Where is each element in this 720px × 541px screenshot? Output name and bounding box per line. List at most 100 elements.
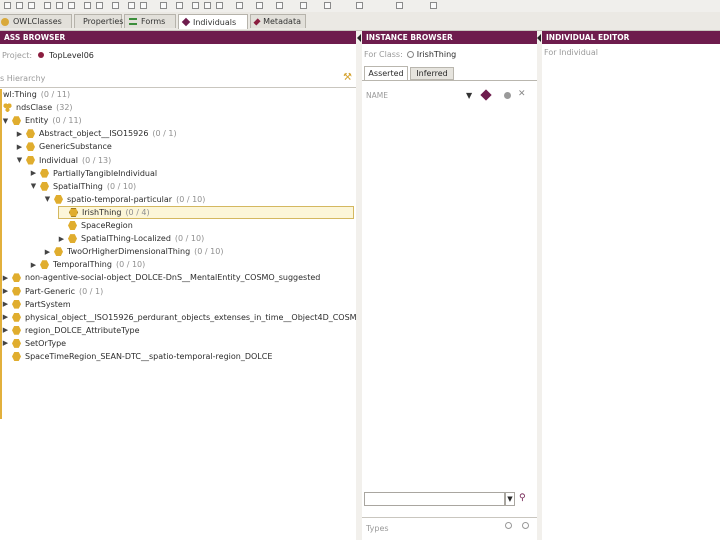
tree-left-accent [0,89,2,419]
class-icon [68,234,77,244]
class-icon [12,299,21,309]
tab-inferred[interactable]: Inferred [410,67,454,80]
tree-row[interactable]: ▶ SpatialThing-Localized (0 / 10) [0,232,204,245]
collapsed-toggle-icon[interactable]: ▶ [16,143,23,151]
expanded-toggle-icon[interactable]: ▼ [2,117,9,125]
tree-row[interactable]: ▼ spatio-temporal-particular (0 / 10) [0,193,205,206]
toolbar-button-f-icon[interactable] [236,2,243,9]
toolbar-button-d-icon[interactable] [204,2,211,9]
toolbar-button-copy-icon[interactable] [56,2,63,9]
tree-row-label: PartSystem [25,299,71,309]
filter-icon[interactable]: ✕ [518,89,526,99]
toolbar-button-undo-icon[interactable] [84,2,91,9]
toolbar-button-a-icon[interactable] [160,2,167,9]
collapse-right-icon[interactable] [537,34,541,42]
collapsed-toggle-icon[interactable]: ▶ [2,339,9,347]
toolbar-button-m-icon[interactable] [430,2,437,9]
toolbar-button-new-icon[interactable] [4,2,11,9]
toolbar-button-g-icon[interactable] [256,2,263,9]
tab-forms[interactable]: Forms [124,14,176,28]
toolbar-button-c-icon[interactable] [192,2,199,9]
collapsed-toggle-icon[interactable]: ▶ [2,326,9,334]
tree-row-label: non-agentive-social-object_DOLCE-DnS__Me… [25,273,321,283]
tree-row[interactable]: ▶ TemporalThing (0 / 10) [0,258,145,271]
toolbar-button-j-icon[interactable] [324,2,331,9]
collapsed-toggle-icon[interactable]: ▶ [16,130,23,138]
tree-row[interactable]: ▼ Entity (0 / 11) [0,114,82,127]
collapsed-toggle-icon[interactable]: ▶ [30,169,37,177]
collapsed-toggle-icon[interactable]: ▶ [2,313,9,321]
search-icon[interactable]: ⚲ [519,493,526,503]
toolbar-button-find-icon[interactable] [112,2,119,9]
collapsed-toggle-icon[interactable]: ▶ [58,235,65,243]
tree-row[interactable]: ▶ Abstract_object__ISO15926 (0 / 1) [0,127,177,140]
tree-row[interactable]: wl:Thing (0 / 11) [0,88,70,101]
collapsed-toggle-icon[interactable]: ▶ [44,248,51,256]
tree-row-label: Individual [39,155,78,165]
tree-row[interactable]: SpaceTimeRegion_SEAN-DTC__spatio-tempora… [0,350,272,363]
toolbar-button-k-icon[interactable] [356,2,363,9]
search-dropdown-icon[interactable]: ▼ [505,492,515,506]
class-icon [12,273,21,283]
tree-row[interactable]: ▼ Individual (0 / 13) [0,154,111,167]
toolbar-button-open-icon[interactable] [16,2,23,9]
collapsed-toggle-icon[interactable]: ▶ [2,300,9,308]
add-individual-icon[interactable] [480,89,492,101]
toolbar-button-prefs-icon[interactable] [128,2,135,9]
class-browser-panel: ASS BROWSER Project: TopLevel06 s Hierar… [0,31,363,540]
tree-row[interactable]: ▶ GenericSubstance [0,140,112,153]
tree-row[interactable]: SpaceRegion [0,219,133,232]
toolbar-button-cut-icon[interactable] [44,2,51,9]
expanded-toggle-icon[interactable]: ▼ [44,195,51,203]
collapsed-toggle-icon[interactable]: ▶ [2,274,9,282]
toolbar-button-i-icon[interactable] [300,2,307,9]
tree-row[interactable]: ▶ TwoOrHigherDimensionalThing (0 / 10) [0,245,223,258]
individual-editor-header: INDIVIDUAL EDITOR [542,31,720,44]
collapsed-toggle-icon[interactable]: ▶ [30,261,37,269]
tab-metadata[interactable]: Metadata [250,14,306,28]
toolbar-button-paste-icon[interactable] [68,2,75,9]
tree-row[interactable]: ▶ region_DOLCE_AttributeType [0,324,140,337]
collapse-left-icon[interactable] [357,34,361,42]
tree-row[interactable]: ndsClase (32) [0,101,73,114]
search-input[interactable] [364,492,505,506]
tab-asserted[interactable]: Asserted [364,66,408,80]
class-hierarchy-tree: wl:Thing (0 / 11) ndsClase (32) ▼ Entity (0 / … [0,87,363,433]
tab-individuals[interactable]: Individuals [178,14,248,29]
tree-row[interactable]: ▶ non-agentive-social-object_DOLCE-DnS__M… [0,271,320,284]
tree-row-count: (32) [56,103,73,113]
tree-row-label: Entity [25,116,49,126]
tree-row[interactable]: ▶ PartSystem [0,298,71,311]
delete-individual-icon[interactable] [504,92,511,99]
tree-row[interactable]: ▼ SpatialThing (0 / 10) [0,180,136,193]
remove-type-icon[interactable] [522,522,529,529]
individual-editor-panel: INDIVIDUAL EDITOR For Individual [542,31,720,540]
tab-properties[interactable]: Properties [74,14,123,28]
toolbar-button-e-icon[interactable] [216,2,223,9]
toolbar-button-l-icon[interactable] [396,2,403,9]
tree-options-icon[interactable]: ⚒ [343,72,352,83]
expanded-toggle-icon[interactable]: ▼ [16,156,23,164]
class-icon [40,168,49,178]
tree-row[interactable]: ▶ physical_object__ISO15926_perdurant_obj… [0,311,363,324]
instance-browser-header: INSTANCE BROWSER [362,31,537,44]
toolbar-button-b-icon[interactable] [176,2,183,9]
toolbar-button-h-icon[interactable] [276,2,283,9]
tree-row[interactable]: ▶ SetOrType [0,337,66,350]
instance-list[interactable]: NAME ▼ ✕ [362,80,537,505]
project-row: Project: TopLevel06 [0,44,356,66]
tab-owl-classes[interactable]: OWLClasses [0,14,72,28]
toolbar-button-help-icon[interactable] [140,2,147,9]
tree-row[interactable]: ▶ Part-Generic (0 / 1) [0,285,103,298]
tree-row[interactable]: IrishThing (0 / 4) [58,205,354,219]
tree-row[interactable]: ▶ PartiallyTangibleIndividual [0,167,157,180]
instance-browser-panel: INSTANCE BROWSER For Class: IrishThing A… [362,31,538,541]
toolbar-button-save-icon[interactable] [28,2,35,9]
expanded-toggle-icon[interactable]: ▼ [30,182,37,190]
toolbar-button-redo-icon[interactable] [96,2,103,9]
collapsed-toggle-icon[interactable]: ▶ [2,287,9,295]
tab-label: Metadata [263,17,301,26]
sort-dropdown-icon[interactable]: ▼ [466,91,472,100]
add-type-icon[interactable] [505,522,512,529]
tree-row-label: TemporalThing [53,260,112,270]
